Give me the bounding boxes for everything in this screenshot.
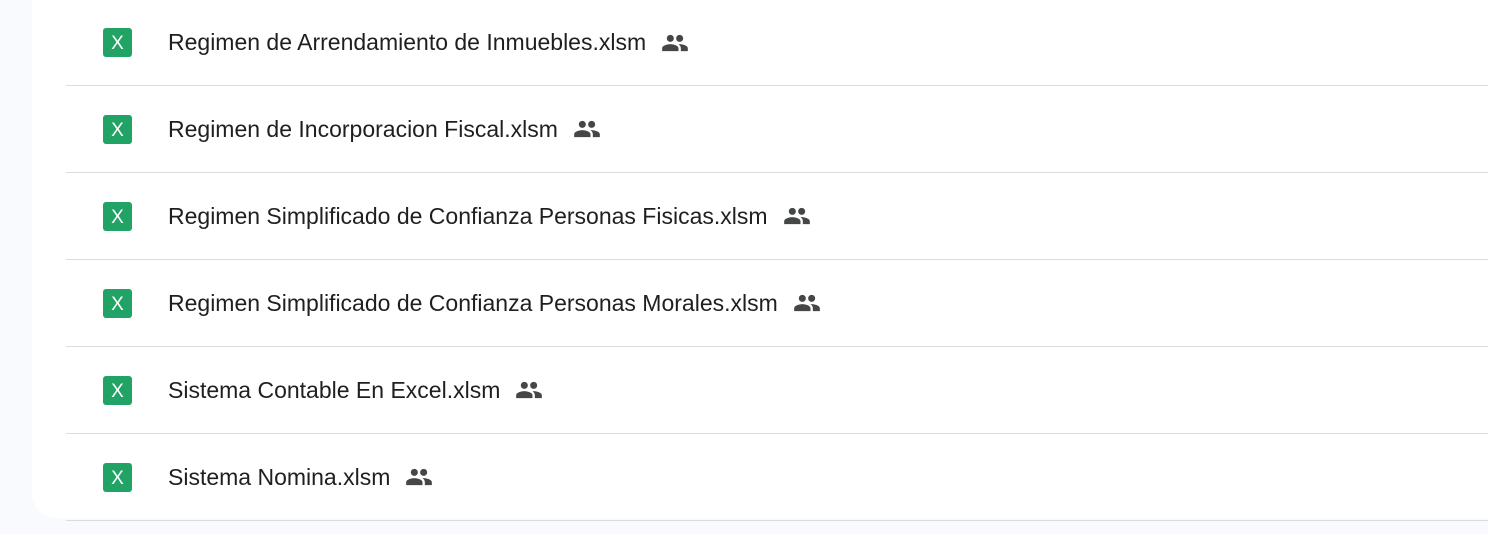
file-row[interactable]: X Regimen Simplificado de Confianza Pers…: [66, 173, 1488, 260]
file-row[interactable]: X Regimen de Incorporacion Fiscal.xlsm: [66, 86, 1488, 173]
file-row[interactable]: X Sistema Nomina.xlsm: [66, 434, 1488, 521]
file-name[interactable]: Sistema Nomina.xlsm: [168, 463, 433, 491]
file-name[interactable]: Regimen Simplificado de Confianza Person…: [168, 202, 811, 230]
svg-text:X: X: [111, 33, 124, 54]
excel-file-icon: X: [103, 288, 132, 318]
file-row[interactable]: X Regimen Simplificado de Confianza Pers…: [66, 260, 1488, 347]
svg-text:X: X: [111, 381, 124, 402]
file-name[interactable]: Regimen de Incorporacion Fiscal.xlsm: [168, 115, 601, 143]
file-row[interactable]: X Sistema Contable En Excel.xlsm: [66, 347, 1488, 434]
excel-file-icon: X: [103, 28, 132, 57]
file-name[interactable]: Regimen Simplificado de Confianza Person…: [168, 289, 821, 317]
people-icon: [573, 115, 601, 143]
excel-file-icon: X: [103, 462, 132, 492]
svg-text:X: X: [111, 207, 124, 228]
file-name[interactable]: Sistema Contable En Excel.xlsm: [168, 376, 543, 404]
people-icon: [515, 376, 543, 404]
svg-text:X: X: [111, 468, 124, 489]
file-row[interactable]: X Regimen de Arrendamiento de Inmuebles.…: [66, 0, 1488, 86]
excel-file-icon: X: [103, 375, 132, 405]
people-icon: [783, 202, 811, 230]
file-name[interactable]: Regimen de Arrendamiento de Inmuebles.xl…: [168, 29, 689, 57]
excel-file-icon: X: [103, 201, 132, 231]
people-icon: [793, 289, 821, 317]
file-name-label: Regimen Simplificado de Confianza Person…: [168, 289, 778, 316]
people-icon: [405, 463, 433, 491]
file-list: X Regimen de Arrendamiento de Inmuebles.…: [66, 0, 1488, 521]
file-name-label: Regimen de Arrendamiento de Inmuebles.xl…: [168, 29, 647, 55]
file-name-label: Sistema Nomina.xlsm: [168, 463, 391, 490]
file-name-label: Regimen de Incorporacion Fiscal.xlsm: [168, 115, 558, 142]
svg-text:X: X: [111, 294, 124, 315]
file-name-label: Sistema Contable En Excel.xlsm: [168, 376, 501, 403]
people-icon: [661, 29, 689, 57]
svg-text:X: X: [111, 120, 124, 141]
file-name-label: Regimen Simplificado de Confianza Person…: [168, 202, 768, 229]
excel-file-icon: X: [103, 114, 132, 144]
